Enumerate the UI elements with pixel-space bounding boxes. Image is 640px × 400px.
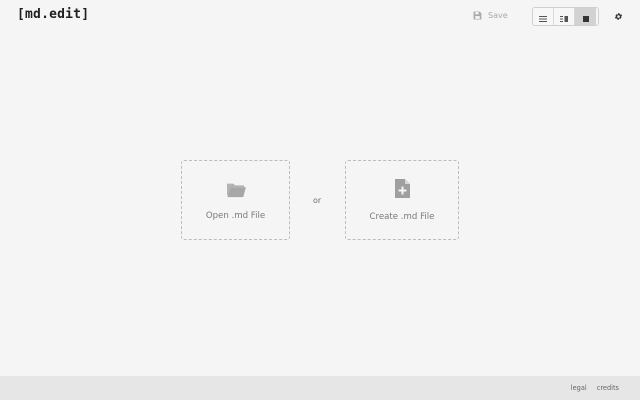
- open-md-file-button[interactable]: Open .md File: [181, 160, 290, 240]
- open-md-file-label: Open .md File: [205, 210, 266, 221]
- app-footer: legal credits: [0, 376, 640, 400]
- or-separator: or: [313, 196, 322, 205]
- footer-links: legal credits: [571, 384, 619, 392]
- folder-open-icon: [225, 180, 247, 202]
- legal-link[interactable]: legal: [571, 384, 587, 392]
- credits-link[interactable]: credits: [597, 384, 619, 392]
- app: [md.edit] Save Open .md File or Create .…: [0, 0, 640, 400]
- create-md-file-label: Create .md File: [369, 212, 435, 222]
- start-actions: Open .md File or Create .md File: [0, 0, 640, 400]
- create-md-file-button[interactable]: Create .md File: [345, 160, 459, 240]
- file-plus-icon: [394, 178, 411, 203]
